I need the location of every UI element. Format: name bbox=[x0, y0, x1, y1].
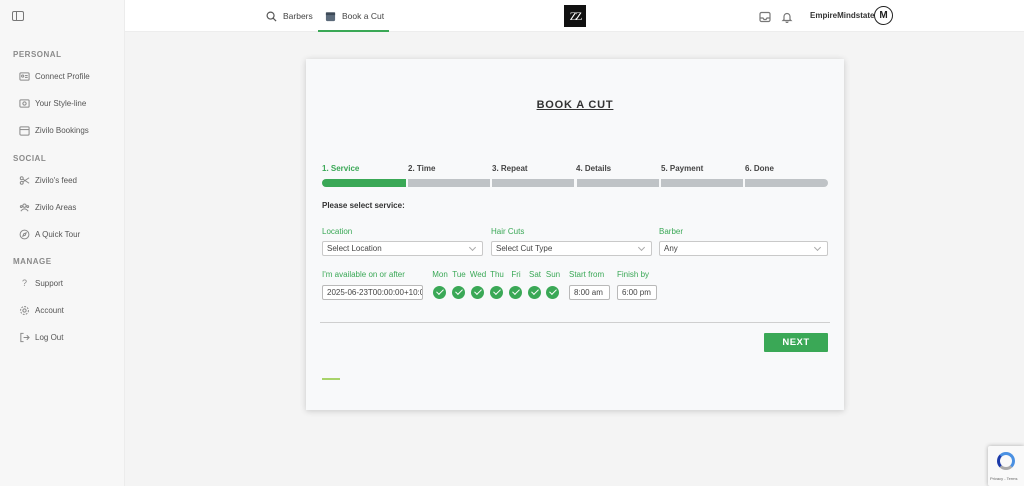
haircut-select-value: Select Cut Type bbox=[496, 244, 553, 253]
day-label-mon: Mon bbox=[432, 270, 448, 279]
tab-barbers[interactable]: Barbers bbox=[266, 0, 313, 32]
sidebar-item-connect-profile[interactable]: Connect Profile bbox=[19, 69, 90, 83]
finish-time-input[interactable]: 6:00 pm bbox=[617, 285, 657, 300]
logout-icon bbox=[19, 332, 30, 343]
sidebar-item-label: Zivilo's feed bbox=[35, 175, 77, 185]
chevron-down-icon bbox=[637, 243, 646, 252]
gear-icon bbox=[19, 305, 30, 316]
day-label-fri: Fri bbox=[511, 270, 521, 279]
tab-label: Book a Cut bbox=[342, 11, 385, 21]
step-bar-payment bbox=[661, 179, 743, 187]
step-time: 2. Time bbox=[408, 164, 436, 173]
availability-label: I'm available on or after bbox=[322, 270, 405, 279]
sidebar-item-bookings[interactable]: Zivilo Bookings bbox=[19, 123, 89, 137]
booking-card: BOOK A CUT 1. Service 2. Time 3. Repeat … bbox=[306, 59, 844, 410]
progress-indicator bbox=[322, 378, 340, 380]
sidebar: PERSONAL Connect Profile Your Style-line… bbox=[0, 0, 125, 486]
sidebar-item-support[interactable]: ? Support bbox=[19, 276, 63, 290]
sidebar-item-areas[interactable]: Zivilo Areas bbox=[19, 200, 76, 214]
scissors-icon bbox=[19, 175, 30, 186]
avatar[interactable]: M bbox=[874, 6, 893, 25]
day-label-wed: Wed bbox=[469, 270, 487, 279]
finish-by-label: Finish by bbox=[617, 270, 650, 279]
day-checkbox-fri[interactable] bbox=[509, 286, 522, 299]
step-bar-service bbox=[322, 179, 406, 187]
image-icon bbox=[19, 98, 30, 109]
day-checkbox-sun[interactable] bbox=[546, 286, 559, 299]
sidebar-item-label: Log Out bbox=[35, 332, 64, 342]
top-navigation: Barbers Book a Cut ZZ EmpireMindstate M bbox=[125, 0, 1024, 32]
service-prompt: Please select service: bbox=[322, 201, 405, 210]
users-icon bbox=[19, 202, 30, 213]
profile-card-icon bbox=[19, 71, 30, 82]
day-checkbox-tue[interactable] bbox=[452, 286, 465, 299]
recaptcha-icon bbox=[997, 452, 1015, 470]
day-checkbox-wed[interactable] bbox=[471, 286, 484, 299]
step-bar-repeat bbox=[492, 179, 574, 187]
section-personal: PERSONAL bbox=[13, 50, 62, 59]
day-checkbox-sat[interactable] bbox=[528, 286, 541, 299]
sidebar-item-logout[interactable]: Log Out bbox=[19, 330, 63, 344]
brand-logo[interactable]: ZZ bbox=[564, 5, 586, 27]
step-bar-time bbox=[408, 179, 490, 187]
step-payment: 5. Payment bbox=[661, 164, 704, 173]
section-manage: MANAGE bbox=[13, 257, 52, 266]
day-label-tue: Tue bbox=[452, 270, 466, 279]
tab-book-a-cut[interactable]: Book a Cut bbox=[317, 0, 390, 32]
barber-select[interactable]: Any bbox=[659, 241, 828, 256]
calendar-icon bbox=[325, 11, 336, 21]
sidebar-item-label: Support bbox=[35, 278, 64, 288]
chevron-down-icon bbox=[813, 243, 822, 252]
chevron-down-icon bbox=[468, 243, 477, 252]
start-from-label: Start from bbox=[569, 270, 605, 279]
section-social: SOCIAL bbox=[13, 154, 47, 163]
sidebar-item-feed[interactable]: Zivilo's feed bbox=[19, 173, 77, 187]
next-button[interactable]: NEXT bbox=[764, 333, 828, 352]
page-title: BOOK A CUT bbox=[536, 99, 614, 111]
tab-label: Barbers bbox=[283, 11, 313, 21]
sidebar-item-label: Your Style-line bbox=[35, 98, 87, 108]
day-label-thu: Thu bbox=[490, 270, 504, 279]
recaptcha-terms[interactable]: Privacy - Terms bbox=[990, 476, 1017, 481]
start-time-input[interactable]: 8:00 am bbox=[569, 285, 610, 300]
day-label-sun: Sun bbox=[545, 270, 561, 279]
step-bar-details bbox=[577, 179, 659, 187]
barber-label: Barber bbox=[659, 227, 684, 236]
day-checkbox-mon[interactable] bbox=[433, 286, 446, 299]
sidebar-item-label: Account bbox=[35, 305, 64, 315]
step-repeat: 3. Repeat bbox=[492, 164, 528, 173]
day-label-sat: Sat bbox=[528, 270, 541, 279]
step-service: 1. Service bbox=[322, 164, 360, 173]
recaptcha-badge[interactable]: Privacy - Terms bbox=[988, 446, 1024, 486]
location-label: Location bbox=[322, 227, 353, 236]
bell-icon[interactable] bbox=[781, 10, 793, 24]
step-bar-done bbox=[745, 179, 828, 187]
calendar-icon bbox=[19, 125, 30, 136]
compass-icon bbox=[19, 229, 30, 240]
barber-select-value: Any bbox=[664, 244, 678, 253]
location-select-value: Select Location bbox=[327, 244, 382, 253]
sidebar-item-account[interactable]: Account bbox=[19, 303, 64, 317]
step-done: 6. Done bbox=[745, 164, 774, 173]
available-date-input[interactable]: 2025-06-23T00:00:00+10:00 bbox=[322, 285, 423, 300]
question-icon: ? bbox=[21, 278, 27, 288]
sidebar-item-label: Connect Profile bbox=[35, 71, 90, 81]
username[interactable]: EmpireMindstate bbox=[810, 11, 874, 20]
sidebar-toggle-icon[interactable] bbox=[12, 11, 24, 21]
sidebar-item-style-line[interactable]: Your Style-line bbox=[19, 96, 86, 110]
sidebar-item-label: Zivilo Bookings bbox=[35, 125, 89, 135]
divider bbox=[320, 322, 830, 323]
sidebar-item-label: Zivilo Areas bbox=[35, 202, 77, 212]
inbox-icon[interactable] bbox=[759, 10, 771, 23]
sidebar-item-label: A Quick Tour bbox=[35, 229, 81, 239]
haircut-select[interactable]: Select Cut Type bbox=[491, 241, 652, 256]
step-details: 4. Details bbox=[576, 164, 612, 173]
search-icon bbox=[266, 11, 277, 22]
haircuts-label: Hair Cuts bbox=[491, 227, 525, 236]
sidebar-item-quick-tour[interactable]: A Quick Tour bbox=[19, 227, 80, 241]
location-select[interactable]: Select Location bbox=[322, 241, 483, 256]
day-checkbox-thu[interactable] bbox=[490, 286, 503, 299]
